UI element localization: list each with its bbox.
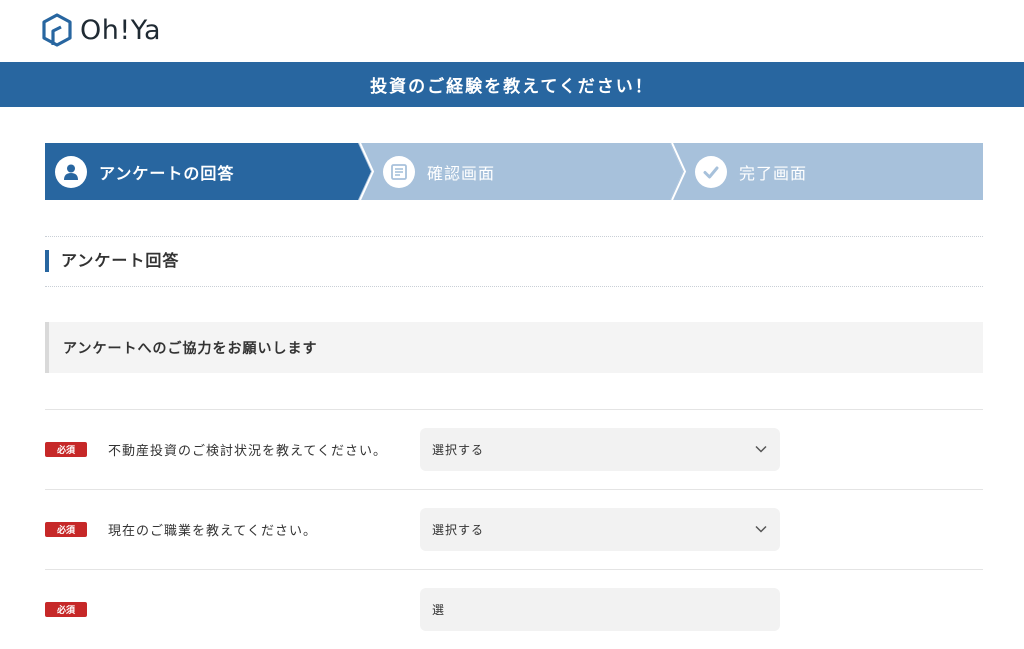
- site-header: Oh!Ya: [0, 0, 1024, 62]
- check-icon: [695, 155, 727, 188]
- step-survey-answer: アンケートの回答: [55, 143, 234, 200]
- divider: [45, 286, 983, 287]
- logo[interactable]: Oh!Ya: [40, 12, 161, 48]
- person-icon: [55, 155, 87, 188]
- section-title: アンケート回答: [45, 250, 179, 272]
- step-label: 完了画面: [739, 163, 808, 183]
- logo-house-icon: [42, 13, 72, 47]
- question-select[interactable]: 選択する: [420, 428, 780, 471]
- banner-title: 投資のご経験を教えてください！: [370, 77, 654, 97]
- question-row: 必須 選: [45, 569, 983, 649]
- question-text: 現在のご職業を教えてください。: [108, 524, 317, 539]
- chevron-down-icon: [755, 445, 767, 453]
- question-row: 必須 現在のご職業を教えてください。 選択する: [45, 489, 983, 569]
- required-badge: 必須: [45, 602, 87, 617]
- required-badge: 必須: [45, 442, 87, 457]
- chevron-down-icon: [755, 525, 767, 533]
- select-value: 選択する: [432, 523, 485, 537]
- document-icon: [383, 155, 415, 188]
- select-value: 選択する: [432, 443, 485, 457]
- progress-steps: アンケートの回答 確認画面 完了画面: [45, 143, 983, 200]
- divider: [45, 236, 983, 237]
- notice-text: アンケートへのご協力をお願いします: [63, 340, 318, 357]
- question-text: 不動産投資のご検討状況を教えてください。: [108, 444, 387, 459]
- required-badge: 必須: [45, 522, 87, 537]
- logo-text: Oh!Ya: [80, 14, 162, 46]
- page-banner: 投資のご経験を教えてください！: [0, 62, 1024, 107]
- step-label: 確認画面: [427, 163, 496, 183]
- question-select[interactable]: 選択する: [420, 508, 780, 551]
- step-label: アンケートの回答: [99, 163, 235, 183]
- question-select[interactable]: 選: [420, 588, 780, 631]
- step-complete: 完了画面: [695, 143, 807, 200]
- survey-notice: アンケートへのご協力をお願いします: [45, 322, 983, 373]
- step-confirm: 確認画面: [383, 143, 495, 200]
- question-row: 必須 不動産投資のご検討状況を教えてください。 選択する: [45, 409, 983, 489]
